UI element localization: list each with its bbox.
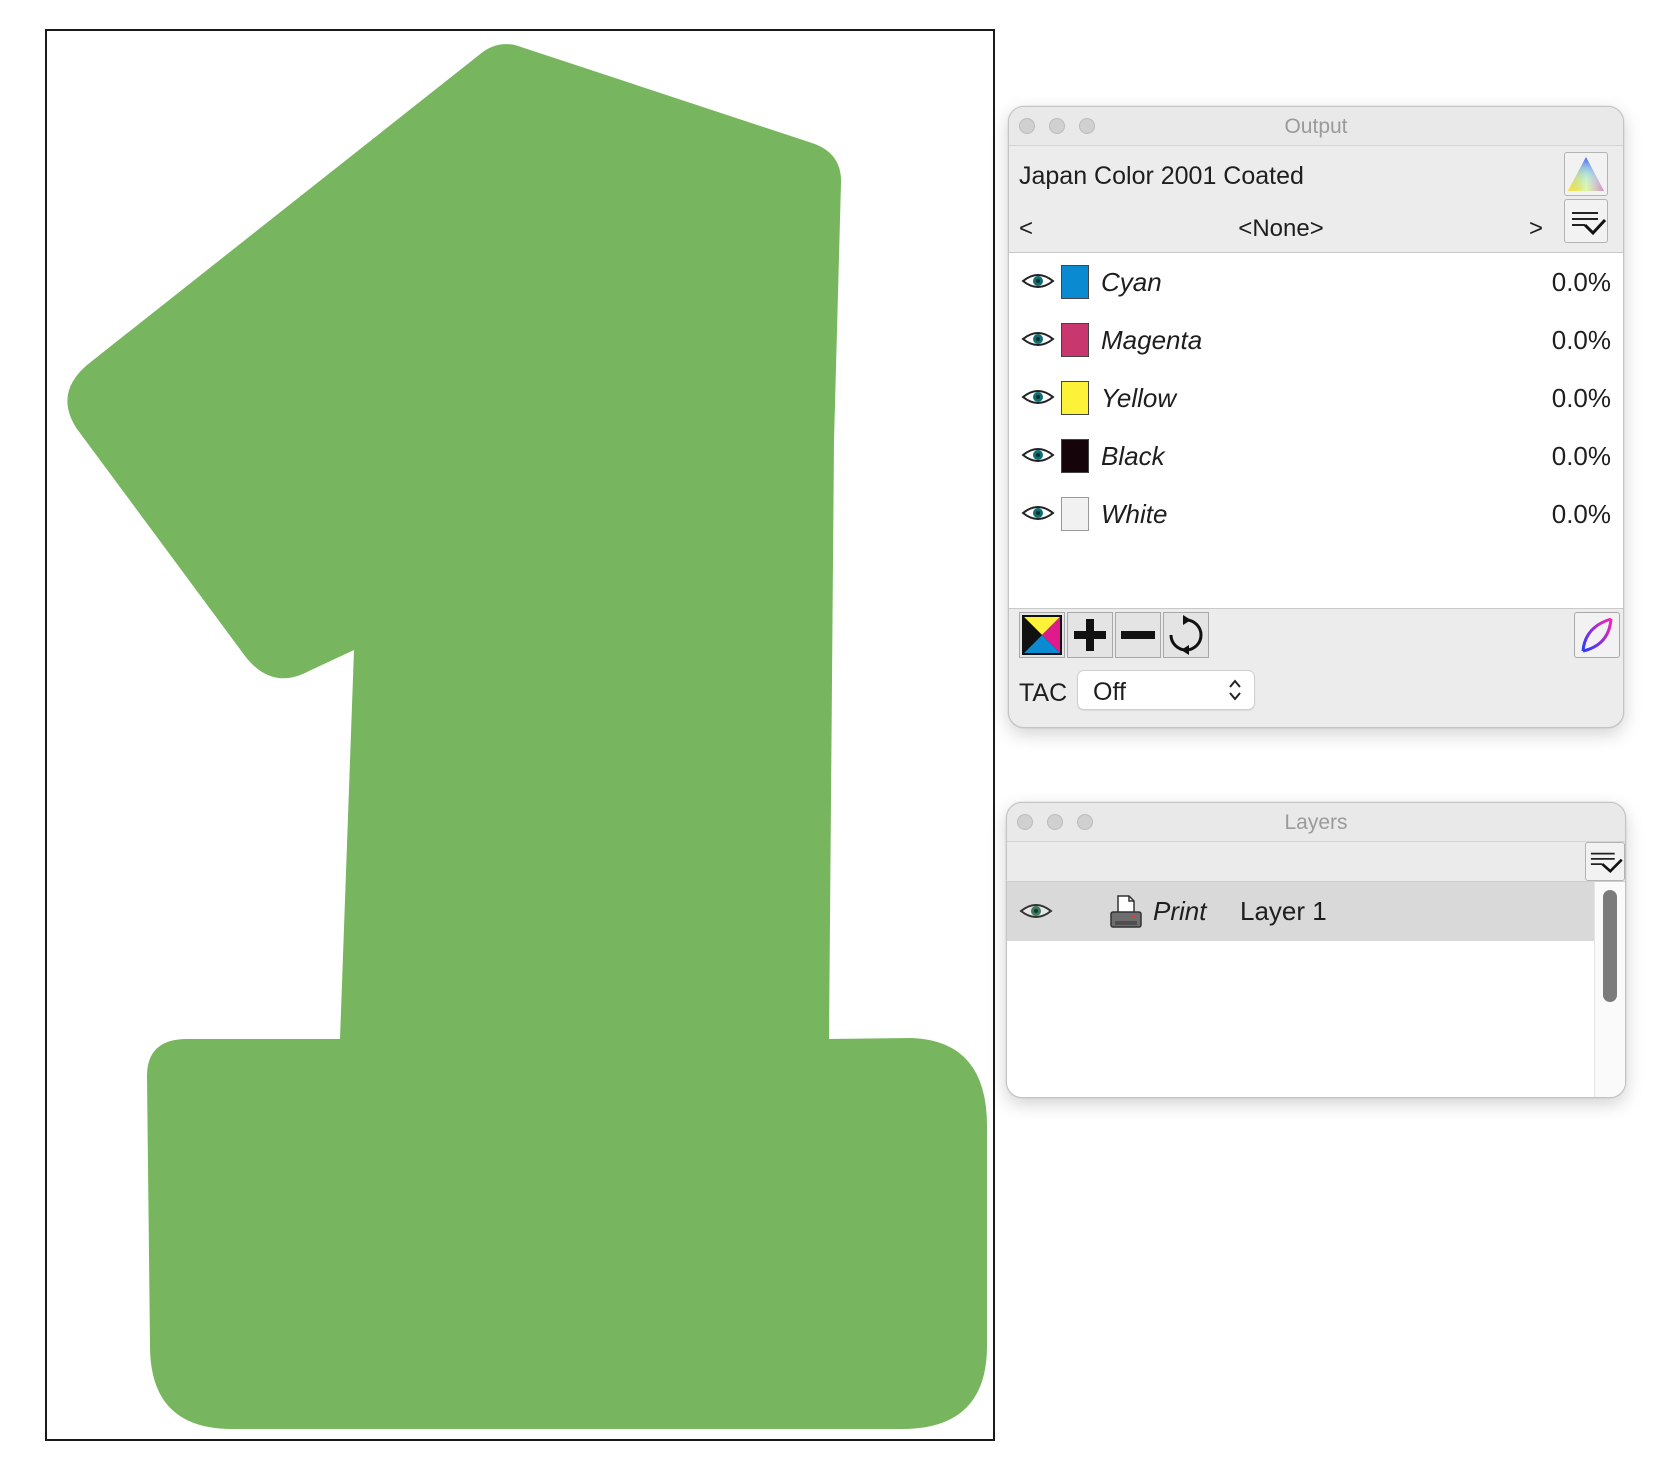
layers-panel-menu-button[interactable] — [1585, 842, 1625, 881]
magenta-swatch[interactable] — [1061, 323, 1089, 357]
artboard[interactable] — [45, 29, 995, 1441]
panel-menu-icon — [1590, 852, 1623, 874]
cyan-swatch[interactable] — [1061, 265, 1089, 299]
plate-row-magenta[interactable]: Magenta 0.0% — [1009, 311, 1623, 371]
plate-value: 0.0% — [1551, 441, 1611, 471]
curve-editor-button[interactable] — [1574, 612, 1620, 658]
eye-icon[interactable] — [1021, 502, 1055, 524]
layers-panel-title: Layers — [1284, 811, 1348, 834]
layer-type-label: Print — [1153, 896, 1207, 926]
eye-icon[interactable] — [1019, 900, 1053, 922]
plate-value: 0.0% — [1551, 267, 1611, 297]
tac-select[interactable]: Off — [1077, 670, 1255, 710]
remove-plate-button[interactable] — [1115, 612, 1161, 658]
output-panel: Output Japan Color 2001 Coated < <None> … — [1008, 106, 1624, 728]
plate-row-yellow[interactable]: Yellow 0.0% — [1009, 369, 1623, 429]
scrollbar-thumb[interactable] — [1603, 890, 1617, 1002]
cmyk-plates-icon — [1022, 615, 1062, 655]
color-gamut-button[interactable] — [1564, 152, 1608, 196]
plus-icon — [1074, 619, 1106, 651]
plate-name: Magenta — [1101, 325, 1203, 355]
reset-plates-button[interactable] — [1163, 612, 1209, 658]
profile-navigator: < <None> > — [1019, 215, 1543, 245]
plate-value: 0.0% — [1551, 383, 1611, 413]
eye-icon[interactable] — [1021, 444, 1055, 466]
layers-toolbar — [1007, 842, 1625, 882]
plate-name: Cyan — [1101, 267, 1162, 297]
curve-icon — [1581, 617, 1613, 653]
color-triangle-icon — [1568, 157, 1604, 191]
yellow-swatch[interactable] — [1061, 381, 1089, 415]
refresh-icon — [1169, 615, 1203, 655]
plate-row-black[interactable]: Black 0.0% — [1009, 427, 1623, 487]
plate-name: Black — [1101, 441, 1165, 471]
layer-row[interactable]: Print Layer 1 — [1007, 882, 1595, 941]
numeral-one-shape[interactable] — [47, 31, 993, 1439]
black-swatch[interactable] — [1061, 439, 1089, 473]
layers-list: Print Layer 1 — [1007, 882, 1625, 1097]
chevron-up-down-icon — [1229, 679, 1241, 701]
plate-value: 0.0% — [1551, 325, 1611, 355]
layer-name[interactable]: Layer 1 — [1240, 896, 1327, 927]
output-titlebar[interactable]: Output — [1009, 107, 1623, 146]
output-panel-title: Output — [1284, 115, 1348, 138]
color-profile-name: Japan Color 2001 Coated — [1019, 162, 1304, 190]
plate-row-cyan[interactable]: Cyan 0.0% — [1009, 253, 1623, 313]
next-profile-button[interactable]: > — [1529, 215, 1543, 243]
eye-icon[interactable] — [1021, 270, 1055, 292]
plate-name: Yellow — [1101, 383, 1177, 413]
white-swatch[interactable] — [1061, 497, 1089, 531]
layers-titlebar[interactable]: Layers — [1007, 803, 1625, 842]
plate-value: 0.0% — [1551, 499, 1611, 529]
profile-preset-label: <None> — [1238, 215, 1324, 242]
plate-row-white[interactable]: White 0.0% — [1009, 485, 1623, 545]
output-panel-menu-button[interactable] — [1564, 199, 1608, 243]
printer-icon — [1110, 895, 1142, 928]
numeral-one-path[interactable] — [67, 44, 987, 1430]
plate-list: Cyan 0.0% Magenta 0.0% Yellow 0.0% Black… — [1009, 252, 1623, 609]
minus-icon — [1121, 631, 1155, 639]
tac-value: Off — [1093, 678, 1126, 706]
layers-scrollbar[interactable] — [1594, 882, 1625, 1097]
tac-label: TAC — [1019, 679, 1068, 707]
panel-menu-icon — [1572, 212, 1607, 236]
eye-icon[interactable] — [1021, 328, 1055, 350]
cmyk-plates-button[interactable] — [1019, 612, 1065, 658]
layers-panel: Layers Print Layer 1 — [1006, 802, 1626, 1098]
add-plate-button[interactable] — [1067, 612, 1113, 658]
plate-name: White — [1101, 499, 1168, 529]
eye-icon[interactable] — [1021, 386, 1055, 408]
